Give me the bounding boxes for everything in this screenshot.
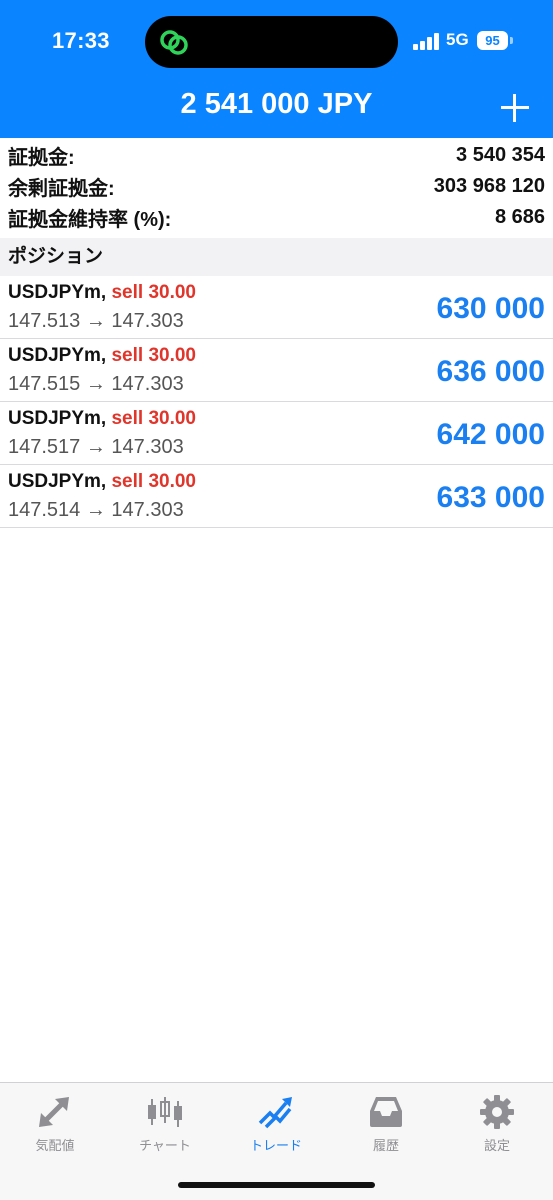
position-row[interactable]: USDJPYm, sell 30.00 147.513 → 147.303 63… [0,276,553,339]
cellular-signal-icon [413,33,441,50]
position-symbol: USDJPYm, [8,345,107,366]
candlestick-chart-icon [148,1097,182,1127]
position-profit: 642 000 [436,418,545,451]
account-summary: 証拠金: 3 540 354 余剰証拠金: 303 968 120 証拠金維持率… [0,140,553,233]
quotes-arrows-icon [39,1097,69,1127]
summary-label: 証拠金: [8,147,75,169]
tab-trade[interactable]: トレード [221,1093,331,1154]
network-type: 5G [446,30,469,49]
tab-label: 履歴 [372,1138,399,1153]
position-row[interactable]: USDJPYm, sell 30.00 147.515 → 147.303 63… [0,339,553,402]
status-time: 17:33 [52,28,110,53]
home-indicator[interactable] [178,1182,375,1188]
tab-label: トレード [249,1138,302,1153]
tab-label: 気配値 [35,1138,75,1153]
summary-value: 3 540 354 [456,144,545,166]
position-title: USDJPYm, sell 30.00 [8,471,196,493]
position-prices: 147.513 → 147.303 [8,310,184,332]
position-side: sell 30.00 [111,282,197,303]
position-symbol: USDJPYm, [8,408,107,429]
summary-value: 303 968 120 [433,175,545,197]
tab-quotes[interactable]: 気配値 [0,1093,110,1154]
battery-tip [510,37,513,44]
summary-row-margin-level: 証拠金維持率 (%): 8 686 [0,202,553,233]
tab-label: 設定 [483,1138,510,1153]
summary-row-margin: 証拠金: 3 540 354 [0,140,553,171]
positions-list: USDJPYm, sell 30.00 147.513 → 147.303 63… [0,276,553,528]
tab-label: チャート [139,1138,191,1153]
summary-label: 証拠金維持率 (%): [8,209,172,231]
position-row[interactable]: USDJPYm, sell 30.00 147.514 → 147.303 63… [0,465,553,528]
summary-row-free-margin: 余剰証拠金: 303 968 120 [0,171,553,202]
position-profit: 633 000 [436,481,545,514]
tab-history[interactable]: 履歴 [331,1093,441,1154]
app-header: 17:33 5G 95 2 541 000 JPY [0,0,553,138]
position-side: sell 30.00 [111,408,197,429]
summary-label: 余剰証拠金: [8,178,115,200]
positions-section-header: ポジション [0,238,553,276]
page-title: 2 541 000 JPY [180,88,373,120]
position-symbol: USDJPYm, [8,471,107,492]
position-title: USDJPYm, sell 30.00 [8,345,196,367]
position-side: sell 30.00 [111,471,197,492]
summary-value: 8 686 [494,206,545,228]
position-symbol: USDJPYm, [8,282,107,303]
position-profit: 630 000 [436,292,545,325]
position-side: sell 30.00 [111,345,197,366]
position-prices: 147.515 → 147.303 [8,373,184,395]
battery-icon: 95 [477,31,508,50]
dynamic-island [145,16,398,68]
settings-gear-icon [480,1095,514,1129]
link-activity-icon [160,30,188,55]
tab-settings[interactable]: 設定 [442,1093,552,1154]
add-order-button[interactable] [497,90,533,126]
tab-chart[interactable]: チャート [110,1093,220,1154]
position-title: USDJPYm, sell 30.00 [8,408,196,430]
history-inbox-icon [370,1097,402,1127]
position-row[interactable]: USDJPYm, sell 30.00 147.517 → 147.303 64… [0,402,553,465]
position-title: USDJPYm, sell 30.00 [8,282,196,304]
position-prices: 147.514 → 147.303 [8,499,184,521]
trade-trend-icon [258,1097,292,1129]
position-prices: 147.517 → 147.303 [8,436,184,458]
position-profit: 636 000 [436,355,545,388]
